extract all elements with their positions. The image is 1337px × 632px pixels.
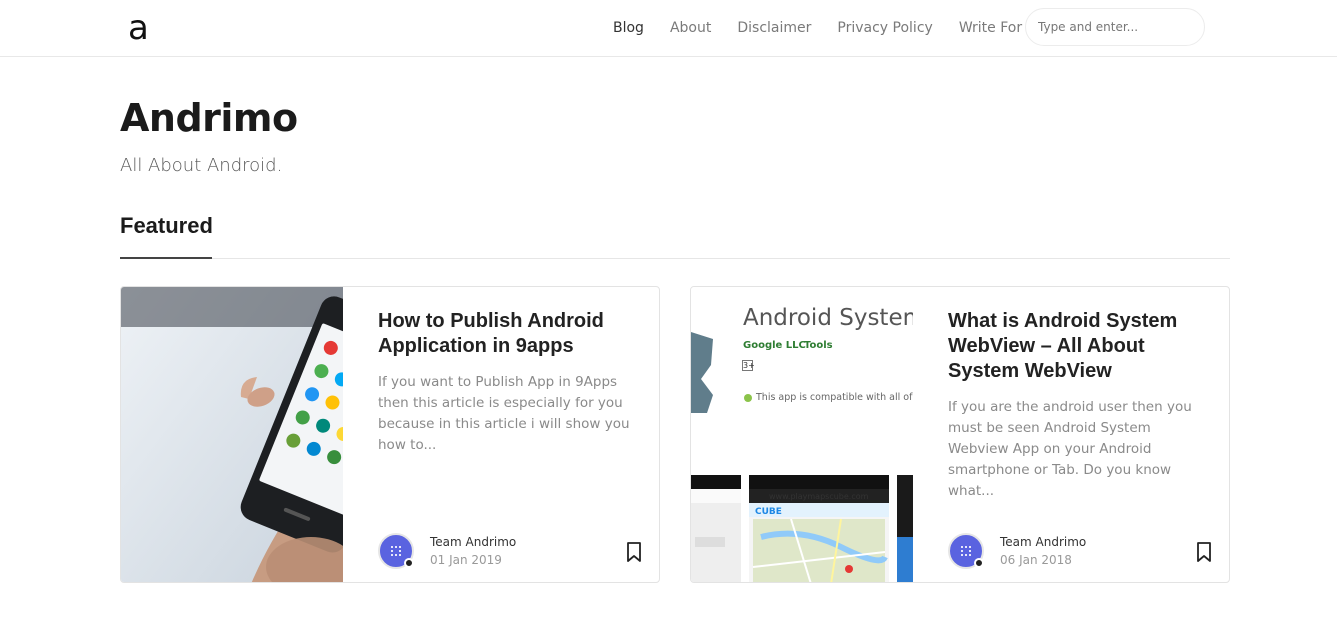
bookmark-icon[interactable]: [1195, 541, 1213, 563]
post-author[interactable]: Team Andrimo: [1000, 534, 1086, 550]
main-nav: Blog About Disclaimer Privacy Policy Wri…: [613, 19, 1070, 37]
post-date: 01 Jan 2019: [430, 553, 502, 567]
nav-about[interactable]: About: [670, 19, 711, 37]
bookmark-icon[interactable]: [625, 541, 643, 563]
site-header: a Blog About Disclaimer Privacy Policy W…: [0, 0, 1337, 57]
site-logo-cube: CUBE: [755, 507, 782, 517]
app-category: Tools: [804, 340, 833, 351]
site-title: Andrimo: [120, 96, 298, 140]
featured-divider-accent: [120, 257, 212, 259]
post-excerpt: If you want to Publish App in 9Apps then…: [378, 374, 630, 453]
post-meta: Team Andrimo 06 Jan 2018: [948, 531, 1213, 571]
app-developer: Google LLC: [743, 340, 806, 351]
post-thumbnail[interactable]: Android System W Google LLC Tools 3+ Thi…: [691, 287, 913, 582]
nav-disclaimer[interactable]: Disclaimer: [737, 19, 811, 37]
post-title[interactable]: What is Android System WebView – All Abo…: [948, 309, 1208, 384]
post-thumbnail[interactable]: [121, 287, 343, 582]
nav-privacy-policy[interactable]: Privacy Policy: [837, 19, 932, 37]
featured-post-card[interactable]: How to Publish Android Application in 9a…: [120, 286, 660, 583]
app-compat-note: This app is compatible with all of you: [756, 392, 913, 403]
search-input[interactable]: [1025, 8, 1205, 46]
app-rating: 3+: [742, 360, 755, 371]
featured-post-card[interactable]: Android System W Google LLC Tools 3+ Thi…: [690, 286, 1230, 583]
post-author[interactable]: Team Andrimo: [430, 534, 516, 550]
site-logo[interactable]: a: [128, 8, 149, 48]
post-meta: Team Andrimo 01 Jan 2019: [378, 531, 643, 571]
featured-divider: [120, 258, 1230, 259]
nav-blog[interactable]: Blog: [613, 19, 644, 37]
site-tagline: All About Android.: [120, 155, 283, 176]
compat-icon: [744, 394, 752, 402]
post-date: 06 Jan 2018: [1000, 553, 1072, 567]
verified-badge-icon: [404, 558, 414, 568]
featured-heading: Featured: [120, 213, 213, 238]
browser-url: www.playmapscube.com: [769, 492, 869, 501]
verified-badge-icon: [974, 558, 984, 568]
post-content: What is Android System WebView – All Abo…: [948, 309, 1208, 502]
post-title[interactable]: How to Publish Android Application in 9a…: [378, 309, 638, 359]
app-name: Android System W: [743, 305, 913, 331]
post-content: How to Publish Android Application in 9a…: [378, 309, 638, 456]
phone-photo-illustration: [121, 287, 343, 582]
post-excerpt: If you are the android user then you mus…: [948, 399, 1192, 499]
